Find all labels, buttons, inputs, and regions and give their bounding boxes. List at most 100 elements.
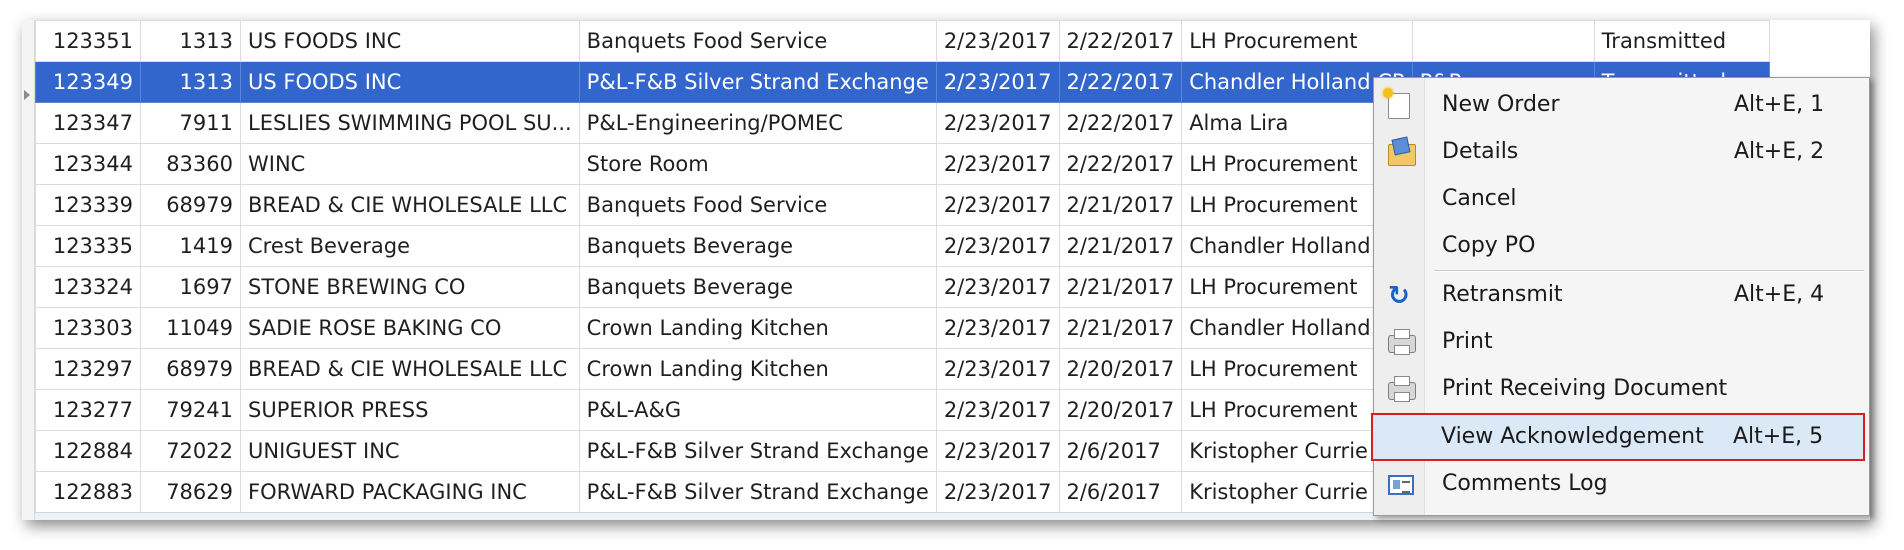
menu-item-cancel[interactable]: Cancel (1376, 178, 1865, 222)
cell-po-number[interactable]: 123344 (35, 143, 141, 185)
cell-po-number[interactable]: 123324 (35, 266, 141, 308)
cell-needed-date[interactable]: 2/20/2017 (1058, 348, 1183, 390)
cell-needed-date[interactable]: 2/6/2017 (1058, 430, 1183, 472)
cell-needed-date[interactable]: 2/21/2017 (1058, 184, 1183, 226)
menu-item-shortcut: Alt+E, 2 (1734, 139, 1825, 164)
cell-order-date[interactable]: 2/23/2017 (935, 389, 1060, 431)
cell-needed-date[interactable]: 2/22/2017 (1058, 102, 1183, 144)
cell-po-number[interactable]: 123339 (35, 184, 141, 226)
cell-po-number[interactable]: 123349 (35, 61, 141, 103)
menu-item-label: Retransmit (1442, 282, 1563, 307)
menu-item-view-acknowledgement[interactable]: View Acknowledgement Alt+E, 5 (1371, 413, 1865, 461)
cell-vendor-name[interactable]: BREAD & CIE WHOLESALE LLC (240, 348, 580, 390)
cell-order-date[interactable]: 2/23/2017 (935, 266, 1060, 308)
cell-vendor-id[interactable]: 1697 (140, 266, 241, 308)
menu-item-retransmit[interactable]: ↻ Retransmit Alt+E, 4 (1376, 274, 1865, 318)
cell-vendor-id[interactable]: 68979 (140, 348, 241, 390)
cell-order-date[interactable]: 2/23/2017 (935, 471, 1060, 513)
cell-department[interactable]: P&L-A&G (578, 389, 937, 431)
cell-department[interactable]: Store Room (578, 143, 937, 185)
cell-extra[interactable] (1411, 20, 1595, 62)
menu-item-copy-po[interactable]: Copy PO (1376, 225, 1865, 269)
cell-needed-date[interactable]: 2/22/2017 (1058, 143, 1183, 185)
menu-item-label: Copy PO (1442, 233, 1536, 258)
cell-vendor-id[interactable]: 11049 (140, 307, 241, 349)
cell-department[interactable]: Banquets Beverage (578, 225, 937, 267)
menu-item-shortcut: Alt+E, 5 (1733, 424, 1824, 449)
cell-vendor-name[interactable]: BREAD & CIE WHOLESALE LLC (240, 184, 580, 226)
cell-department[interactable]: Crown Landing Kitchen (578, 307, 937, 349)
cell-needed-date[interactable]: 2/20/2017 (1058, 389, 1183, 431)
cell-vendor-name[interactable]: Crest Beverage (240, 225, 580, 267)
menu-item-label: Comments Log (1442, 471, 1608, 496)
cell-needed-date[interactable]: 2/22/2017 (1058, 20, 1183, 62)
cell-vendor-id[interactable]: 1313 (140, 20, 241, 62)
cell-po-number[interactable]: 122883 (35, 471, 141, 513)
menu-separator (1434, 270, 1864, 272)
cell-department[interactable]: Banquets Food Service (578, 20, 937, 62)
cell-po-number[interactable]: 123347 (35, 102, 141, 144)
cell-vendor-id[interactable]: 72022 (140, 430, 241, 472)
cell-needed-date[interactable]: 2/6/2017 (1058, 471, 1183, 513)
cell-department[interactable]: P&L-F&B Silver Strand Exchange (578, 61, 937, 103)
cell-vendor-id[interactable]: 78629 (140, 471, 241, 513)
cell-vendor-name[interactable]: SADIE ROSE BAKING CO (240, 307, 580, 349)
cell-vendor-id[interactable]: 68979 (140, 184, 241, 226)
cell-order-date[interactable]: 2/23/2017 (935, 225, 1060, 267)
menu-item-shortcut: Alt+E, 1 (1734, 92, 1825, 117)
cell-vendor-name[interactable]: US FOODS INC (240, 61, 580, 103)
cell-department[interactable]: P&L-F&B Silver Strand Exchange (578, 471, 937, 513)
cell-vendor-name[interactable]: FORWARD PACKAGING INC (240, 471, 580, 513)
cell-needed-date[interactable]: 2/21/2017 (1058, 225, 1183, 267)
cell-department[interactable]: P&L-Engineering/POMEC (578, 102, 937, 144)
cell-department[interactable]: Crown Landing Kitchen (578, 348, 937, 390)
cell-department[interactable]: Banquets Beverage (578, 266, 937, 308)
current-row-arrow-icon (24, 90, 30, 100)
menu-item-details[interactable]: Details Alt+E, 2 (1376, 131, 1865, 175)
cell-vendor-id[interactable]: 1313 (140, 61, 241, 103)
cell-order-date[interactable]: 2/23/2017 (935, 102, 1060, 144)
cell-vendor-name[interactable]: UNIGUEST INC (240, 430, 580, 472)
cell-order-date[interactable]: 2/23/2017 (935, 430, 1060, 472)
menu-item-print-receiving-document[interactable]: Print Receiving Document (1376, 368, 1865, 412)
cell-needed-date[interactable]: 2/22/2017 (1058, 61, 1183, 103)
menu-item-label: Details (1442, 139, 1519, 164)
cell-po-number[interactable]: 122884 (35, 430, 141, 472)
cell-buyer[interactable]: LH Procurement (1181, 20, 1413, 62)
cell-vendor-id[interactable]: 1419 (140, 225, 241, 267)
menu-item-shortcut: Alt+E, 4 (1734, 282, 1825, 307)
menu-item-comments-log[interactable]: Comments Log (1376, 463, 1865, 507)
cell-po-number[interactable]: 123277 (35, 389, 141, 431)
cell-order-date[interactable]: 2/23/2017 (935, 307, 1060, 349)
table-row[interactable]: 123351 1313 US FOODS INC Banquets Food Serv… (35, 20, 1770, 62)
menu-item-print[interactable]: Print (1376, 321, 1865, 365)
cell-po-number[interactable]: 123351 (35, 20, 141, 62)
row-selector-gutter[interactable] (22, 20, 35, 520)
cell-order-date[interactable]: 2/23/2017 (935, 184, 1060, 226)
cell-order-date[interactable]: 2/23/2017 (935, 348, 1060, 390)
comments-log-icon (1388, 475, 1414, 495)
cell-vendor-id[interactable]: 7911 (140, 102, 241, 144)
cell-department[interactable]: Banquets Food Service (578, 184, 937, 226)
cell-order-date[interactable]: 2/23/2017 (935, 20, 1060, 62)
cell-vendor-name[interactable]: SUPERIOR PRESS (240, 389, 580, 431)
menu-item-new-order[interactable]: New Order Alt+E, 1 (1376, 84, 1865, 128)
cell-department[interactable]: P&L-F&B Silver Strand Exchange (578, 430, 937, 472)
cell-vendor-name[interactable]: US FOODS INC (240, 20, 580, 62)
retransmit-icon: ↻ (1388, 281, 1410, 311)
menu-item-label: New Order (1442, 92, 1560, 117)
cell-vendor-id[interactable]: 83360 (140, 143, 241, 185)
cell-order-date[interactable]: 2/23/2017 (935, 61, 1060, 103)
cell-po-number[interactable]: 123303 (35, 307, 141, 349)
cell-order-date[interactable]: 2/23/2017 (935, 143, 1060, 185)
cell-vendor-name[interactable]: LESLIES SWIMMING POOL SU... (240, 102, 580, 144)
cell-vendor-name[interactable]: WINC (240, 143, 580, 185)
cell-vendor-id[interactable]: 79241 (140, 389, 241, 431)
cell-po-number[interactable]: 123297 (35, 348, 141, 390)
print-icon (1388, 329, 1416, 355)
cell-status[interactable]: Transmitted (1593, 20, 1770, 62)
cell-po-number[interactable]: 123335 (35, 225, 141, 267)
cell-vendor-name[interactable]: STONE BREWING CO (240, 266, 580, 308)
cell-needed-date[interactable]: 2/21/2017 (1058, 307, 1183, 349)
cell-needed-date[interactable]: 2/21/2017 (1058, 266, 1183, 308)
